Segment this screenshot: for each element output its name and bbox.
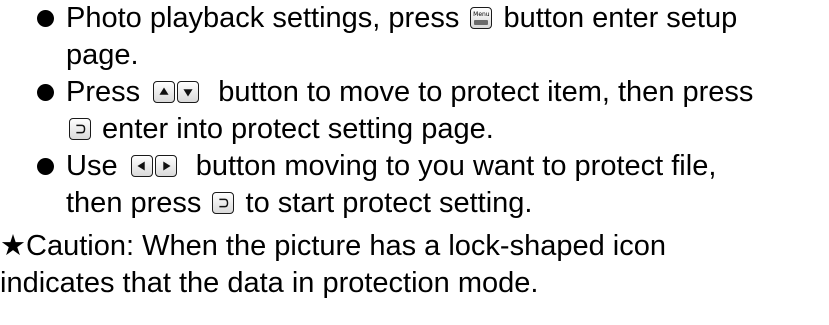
caution-line: indicates that the data in protection mo… <box>0 265 829 302</box>
instruction-text: page. <box>66 39 139 71</box>
instruction-document: Photo playback settings, press Menu butt… <box>0 0 829 325</box>
enter-button-icon <box>212 192 235 214</box>
menu-key-label: Menu <box>473 11 490 18</box>
instruction-text: Press <box>66 76 149 108</box>
left-right-buttons <box>130 148 178 185</box>
instruction-text: to start protect setting. <box>245 187 533 219</box>
instruction-line: enter into protect setting page. <box>66 111 829 148</box>
instruction-item-navigate: Press button to move to protect item, th… <box>0 74 829 148</box>
up-arrow-button-icon <box>153 81 176 103</box>
down-arrow-button-icon <box>177 81 200 103</box>
enter-button-icon <box>69 118 91 140</box>
bullet-dot-icon <box>37 10 54 27</box>
instruction-line: page. <box>66 37 829 74</box>
instruction-line: Photo playback settings, press Menu butt… <box>66 0 829 37</box>
instruction-list: Photo playback settings, press Menu butt… <box>0 0 829 222</box>
star-icon: ★ <box>0 228 26 262</box>
right-arrow-button-icon <box>154 155 177 177</box>
caution-note: ★Caution: When the picture has a lock-sh… <box>0 227 829 302</box>
caution-text: Caution: When the picture has a lock-sha… <box>26 230 666 262</box>
instruction-line: then press to start protect setting. <box>66 185 829 222</box>
left-arrow-button-icon <box>130 155 153 177</box>
caution-text: indicates that the data in protection mo… <box>0 267 539 299</box>
instruction-text: Use <box>66 150 126 182</box>
bullet-dot-icon <box>37 158 54 175</box>
instruction-text: button moving to you want to protect fil… <box>187 150 717 182</box>
instruction-line: Press button to move to protect item, th… <box>66 74 829 111</box>
up-down-buttons <box>152 74 200 111</box>
instruction-line: Use button moving to you want to protect… <box>66 148 829 185</box>
menu-button-icon: Menu <box>470 7 493 29</box>
instruction-text: enter into protect setting page. <box>94 113 494 145</box>
caution-line: ★Caution: When the picture has a lock-sh… <box>0 227 829 265</box>
instruction-text: button to move to protect item, then pre… <box>210 76 754 108</box>
instruction-text: then press <box>66 187 210 219</box>
instruction-text: button enter setup <box>503 2 738 34</box>
bullet-dot-icon <box>37 84 54 101</box>
instruction-text: Photo playback settings, press <box>66 2 468 34</box>
instruction-item-menu: Photo playback settings, press Menu butt… <box>0 0 829 74</box>
instruction-item-select-file: Use button moving to you want to protect… <box>0 148 829 222</box>
